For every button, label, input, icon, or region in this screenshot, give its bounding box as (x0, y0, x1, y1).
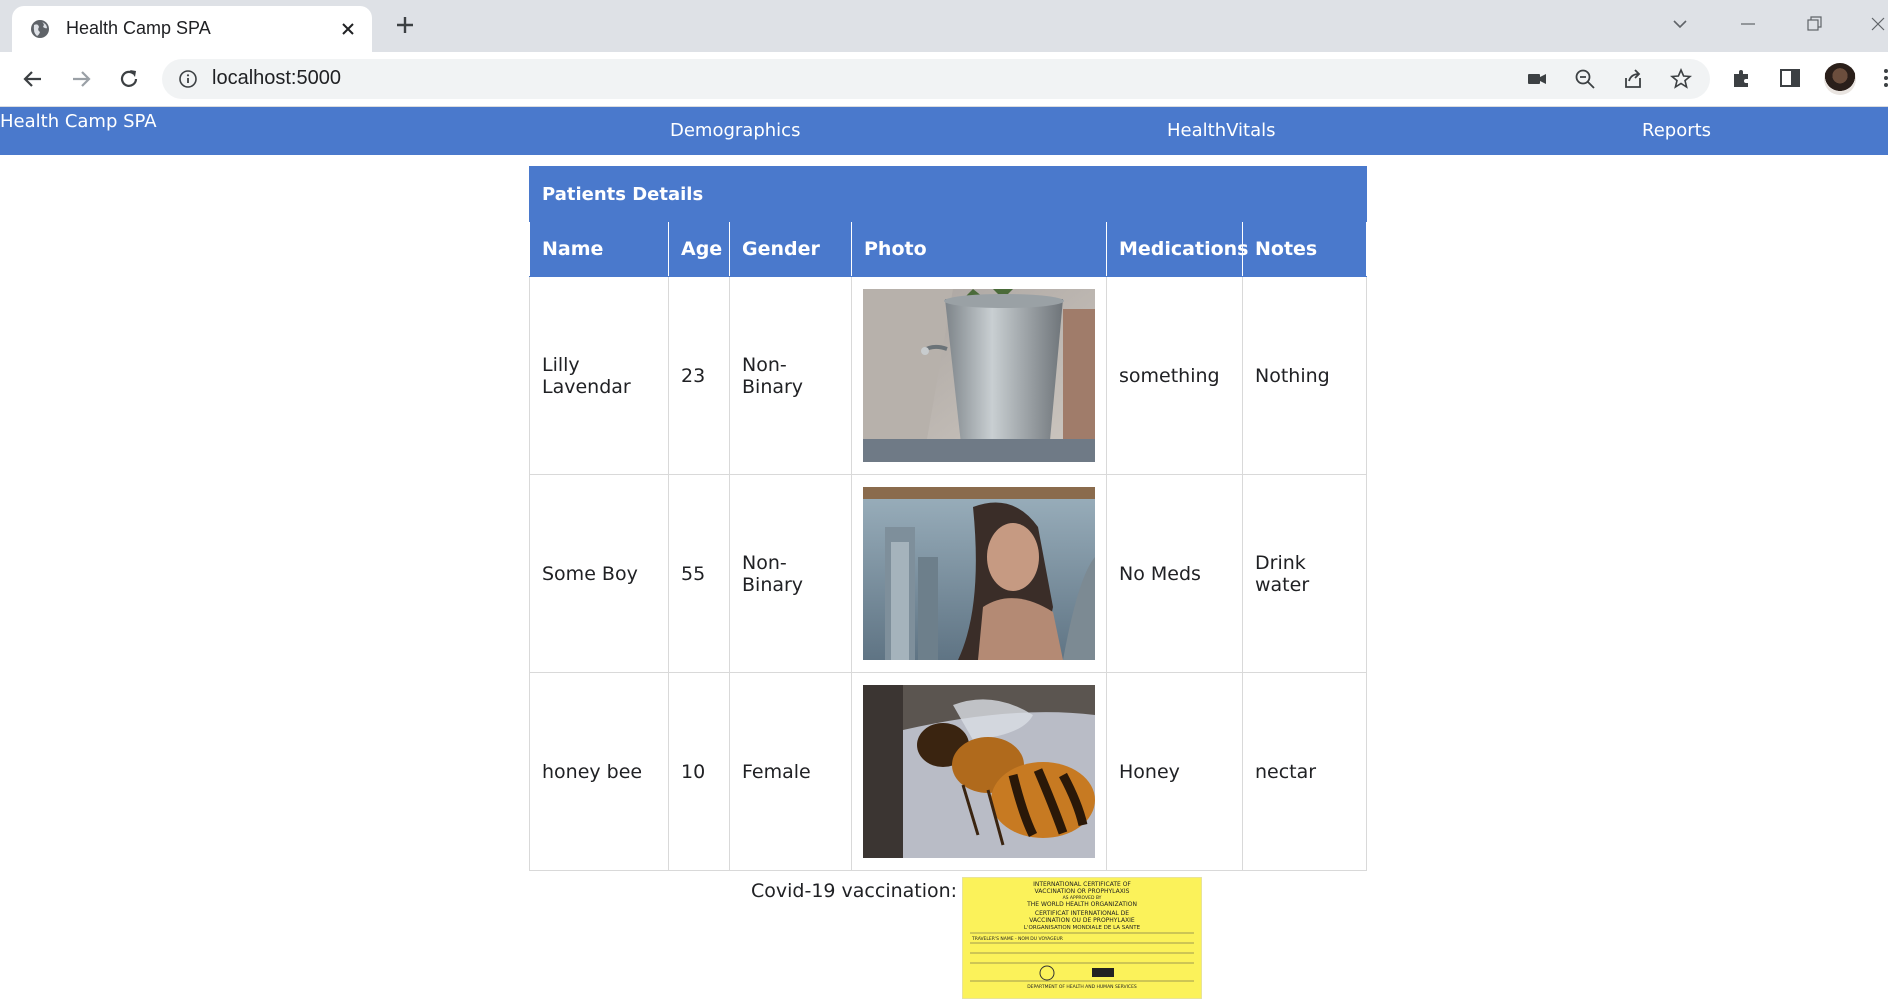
card-line: VACCINATION OU DE PROPHYLAXIE (1029, 917, 1135, 924)
cell-gender: Non-Binary (729, 276, 852, 475)
metal-bucket-photo (863, 289, 1095, 462)
honey-bee-photo (863, 685, 1095, 858)
cell-name: Lilly Lavendar (529, 276, 669, 475)
cell-gender: Female (729, 672, 852, 871)
camera-icon[interactable] (1526, 68, 1548, 90)
card-line: TRAVELER'S NAME - NOM DU VOYAGEUR (971, 936, 1063, 942)
cell-notes: Nothing (1241, 276, 1368, 475)
card-line: CERTIFICAT INTERNATIONAL DE (1035, 910, 1129, 917)
card-line: DEPARTMENT OF HEALTH AND HUMAN SERVICES (1027, 984, 1137, 990)
woman-poster-photo (863, 487, 1095, 660)
cell-medications: Honey (1106, 672, 1243, 871)
profile-avatar[interactable] (1824, 63, 1856, 95)
cell-name: Some Boy (529, 474, 669, 673)
cell-medications: No Meds (1106, 474, 1243, 673)
card-line: L'ORGANISATION MONDIALE DE LA SANTE (1024, 925, 1141, 931)
cell-photo (851, 474, 1107, 673)
table-row: Some Boy 55 Non-Binary No Meds Drink wat… (529, 474, 1368, 673)
card-line: VACCINATION OR PROPHYLAXIS (1035, 888, 1130, 895)
globe-icon (31, 20, 49, 38)
close-tab-icon[interactable] (338, 19, 358, 39)
address-bar[interactable]: localhost:5000 (162, 59, 1710, 99)
cell-gender: Non-Binary (729, 474, 852, 673)
cell-photo (851, 276, 1107, 475)
cell-age: 23 (668, 276, 730, 475)
table-row: honey bee 10 Female Honey nectar (529, 672, 1368, 871)
cell-age: 10 (668, 672, 730, 871)
cell-name: honey bee (529, 672, 669, 871)
table-caption: Patients Details (528, 166, 1368, 222)
card-line: INTERNATIONAL CERTIFICATE OF (1033, 881, 1131, 888)
tab-search-chevron-icon[interactable] (1668, 12, 1692, 36)
reload-icon[interactable] (116, 66, 142, 92)
browser-toolbar: localhost:5000 (0, 52, 1888, 107)
column-header-name: Name (529, 221, 669, 277)
restore-icon[interactable] (1802, 12, 1826, 36)
share-icon[interactable] (1622, 68, 1644, 90)
patients-table-container: Patients Details Name Age Gender Photo M… (528, 166, 1368, 871)
browser-tabstrip: Health Camp SPA (0, 0, 1888, 52)
close-window-icon[interactable] (1866, 12, 1888, 36)
minimize-icon[interactable] (1736, 12, 1760, 36)
url-text[interactable]: localhost:5000 (212, 67, 341, 90)
patients-table: Patients Details Name Age Gender Photo M… (528, 166, 1368, 871)
bookmark-star-icon[interactable] (1670, 68, 1692, 90)
tab-title: Health Camp SPA (66, 18, 211, 38)
column-header-photo: Photo (851, 221, 1107, 277)
forward-arrow-icon[interactable] (68, 66, 94, 92)
covid-vaccination-label: Covid-19 vaccination: (751, 880, 958, 902)
back-arrow-icon[interactable] (20, 66, 46, 92)
site-info-icon[interactable] (178, 69, 198, 89)
cell-notes: Drink water (1241, 474, 1368, 673)
menu-kebab-icon[interactable] (1874, 66, 1888, 90)
extensions-puzzle-icon[interactable] (1730, 66, 1754, 90)
cell-medications: something (1106, 276, 1243, 475)
nav-demographics[interactable]: Demographics (670, 120, 800, 141)
card-line: THE WORLD HEALTH ORGANIZATION (1026, 901, 1137, 908)
table-row: Lilly Lavendar 23 Non-Binary something N… (529, 276, 1368, 475)
column-header-notes: Notes (1241, 221, 1368, 277)
column-header-medications: Medications (1106, 221, 1248, 277)
app-navbar: Health Camp SPA Demographics HealthVital… (0, 107, 1888, 155)
column-header-age: Age (668, 221, 730, 277)
vaccination-card-image: INTERNATIONAL CERTIFICATE OF VACCINATION… (962, 877, 1202, 999)
cell-notes: nectar (1241, 672, 1368, 871)
column-header-gender: Gender (729, 221, 852, 277)
browser-tab[interactable]: Health Camp SPA (12, 6, 372, 52)
side-panel-icon[interactable] (1778, 66, 1802, 90)
nav-healthvitals[interactable]: HealthVitals (1167, 120, 1276, 141)
zoom-out-icon[interactable] (1574, 68, 1596, 90)
new-tab-icon[interactable] (393, 13, 417, 37)
app-brand[interactable]: Health Camp SPA (0, 111, 157, 132)
cell-photo (851, 672, 1107, 871)
cell-age: 55 (668, 474, 730, 673)
nav-reports[interactable]: Reports (1642, 120, 1711, 141)
